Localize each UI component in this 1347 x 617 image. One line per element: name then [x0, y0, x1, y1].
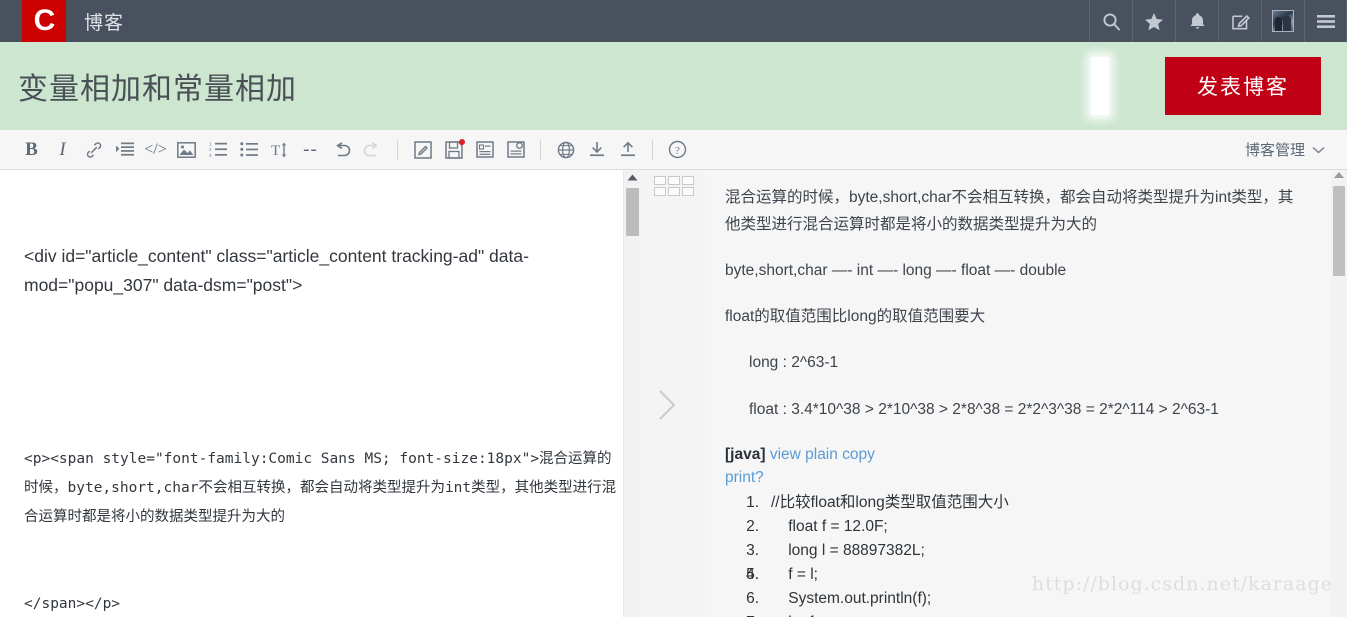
editor-line: </span></p>: [24, 596, 121, 612]
preview-scrollbar[interactable]: [1331, 170, 1347, 617]
header-icon-group: [1089, 0, 1347, 42]
avatar[interactable]: [1261, 0, 1304, 42]
code-block-header: [java] view plain copy print?: [725, 443, 1307, 489]
svg-text:2: 2: [209, 147, 212, 152]
globe-icon[interactable]: [550, 134, 581, 166]
image-icon[interactable]: [171, 134, 202, 166]
editor-blank-line: [24, 358, 618, 387]
svg-text:1: 1: [209, 142, 212, 147]
editor-scroll-thumb[interactable]: [626, 188, 639, 236]
print-link[interactable]: print?: [725, 469, 764, 486]
avatar-image: [1272, 10, 1294, 32]
code-block: //比较float和long类型取值范围大小 float f = 12.0F; …: [725, 491, 1307, 617]
code-language-label: [java]: [725, 446, 766, 463]
edit-mode-icon[interactable]: [407, 134, 438, 166]
svg-text:3: 3: [209, 153, 212, 157]
brand-label: 博客: [84, 12, 125, 34]
editor-toolbar: B I </> 123 T -- ? 博客管理: [0, 130, 1347, 170]
unordered-list-icon[interactable]: [233, 134, 264, 166]
publish-blog-button[interactable]: 发表博客: [1165, 57, 1321, 115]
site-logo[interactable]: C: [22, 0, 66, 42]
highlight-bar: [1091, 57, 1109, 115]
page-title[interactable]: 变量相加和常量相加: [18, 64, 297, 108]
text-size-icon[interactable]: T: [264, 134, 295, 166]
collapse-chevron-right-icon[interactable]: [656, 388, 678, 427]
preview-indented-line: float : 3.4*10^38 > 2*10^38 > 2*8^38 = 2…: [749, 401, 1219, 418]
header-spacer: [124, 0, 1089, 42]
svg-text:T: T: [271, 143, 280, 158]
search-icon[interactable]: [1089, 0, 1132, 42]
logo-letter: C: [33, 4, 56, 37]
download-icon[interactable]: [581, 134, 612, 166]
code-line: //比较float和long类型取值范围大小: [725, 491, 1009, 515]
bell-icon[interactable]: [1175, 0, 1218, 42]
unsaved-indicator-dot: [459, 138, 465, 145]
svg-text:?: ?: [675, 145, 680, 157]
preview-content: 混合运算的时候，byte,short,char不会相互转换，都会自动将类型提升为…: [705, 170, 1347, 617]
toolbar-divider-2: [540, 139, 541, 160]
toolbar-divider-1: [397, 139, 398, 160]
redo-icon[interactable]: [357, 134, 388, 166]
toolbar-divider-3: [652, 139, 653, 160]
grid-icon[interactable]: [654, 176, 694, 196]
preview-paragraph: 混合运算的时候，byte,short,char不会相互转换，都会自动将类型提升为…: [725, 189, 1294, 233]
ordered-list-icon[interactable]: 123: [202, 134, 233, 166]
code-button[interactable]: </>: [140, 134, 171, 166]
code-line: System.out.println(f);: [725, 587, 932, 611]
pane-gutter: [640, 170, 705, 617]
hamburger-menu-icon[interactable]: [1304, 0, 1347, 42]
upload-icon[interactable]: [612, 134, 643, 166]
code-line: float f = 12.0F;: [725, 515, 888, 539]
bold-button[interactable]: B: [16, 134, 47, 166]
chevron-down-icon: [1312, 146, 1325, 154]
blog-manage-label: 博客管理: [1244, 142, 1305, 159]
preview-pane[interactable]: 混合运算的时候，byte,short,char不会相互转换，都会自动将类型提升为…: [705, 170, 1347, 617]
title-bar: 变量相加和常量相加 发表博客: [0, 42, 1347, 130]
view-plain-copy-link[interactable]: view plain copy: [770, 446, 875, 463]
star-icon[interactable]: [1132, 0, 1175, 42]
editor-line: <div id="article_content" class="article…: [24, 246, 529, 295]
compose-icon[interactable]: [1218, 0, 1261, 42]
blog-manage-dropdown[interactable]: 博客管理: [1245, 139, 1325, 160]
preview-paragraph: byte,short,char —- int —- long —- float …: [725, 262, 1067, 279]
help-icon[interactable]: ?: [662, 134, 693, 166]
save-icon[interactable]: [438, 134, 469, 166]
main-split: <div id="article_content" class="article…: [0, 170, 1347, 617]
horizontal-rule-button[interactable]: --: [295, 134, 326, 166]
editor-line: <p><span style="font-family:Comic Sans M…: [24, 451, 617, 525]
preview-scroll-thumb[interactable]: [1333, 186, 1345, 276]
indent-icon[interactable]: [109, 134, 140, 166]
code-line: f = l;: [725, 563, 818, 587]
article-settings-icon[interactable]: [500, 134, 531, 166]
source-editor-content[interactable]: <div id="article_content" class="article…: [0, 170, 640, 617]
code-line: long l = 88897382L;: [725, 539, 925, 563]
undo-icon[interactable]: [326, 134, 357, 166]
preview-indented-line: long : 2^63-1: [749, 354, 839, 371]
editor-scrollbar[interactable]: [623, 170, 640, 617]
italic-button[interactable]: I: [47, 134, 78, 166]
source-editor-pane[interactable]: <div id="article_content" class="article…: [0, 170, 640, 617]
preview-paragraph: float的取值范围比long的取值范围要大: [725, 308, 986, 325]
scroll-up-arrow-icon[interactable]: [624, 170, 640, 184]
code-line: l = f ;: [725, 611, 1307, 617]
top-header: C 博客: [0, 0, 1347, 42]
link-icon[interactable]: [78, 134, 109, 166]
preview-scroll-up-arrow-icon[interactable]: [1334, 172, 1344, 178]
article-icon[interactable]: [469, 134, 500, 166]
